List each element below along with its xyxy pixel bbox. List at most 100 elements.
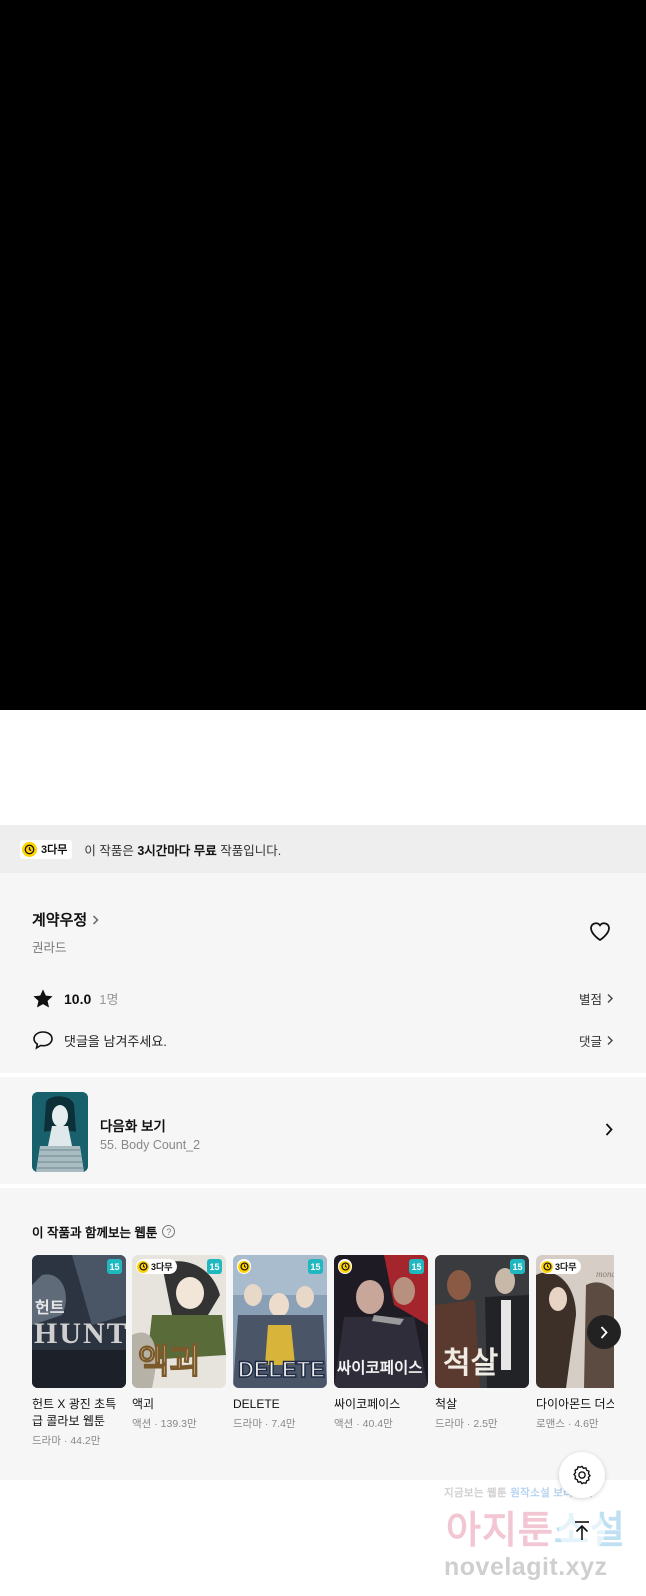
rate-link[interactable]: 별점 (579, 989, 614, 1008)
rec-genre: 액션 (132, 1418, 152, 1430)
svg-text:DELETE: DELETE (238, 1357, 325, 1382)
rating-count: 1명 (99, 992, 119, 1007)
banner-text-bold: 3시간마다 무료 (137, 843, 217, 858)
rec-card[interactable]: 헌트 HUNT 15 헌트 X 광진 초특급 콜라보 웹툰 드라마 · 44.2… (32, 1255, 126, 1448)
scroll-top-button[interactable] (559, 1508, 605, 1554)
rec-views: 4.6만 (574, 1418, 599, 1430)
episode-info-panel: 계약우정 권라드 10.0 1명 별점 댓글을 남겨주세요. 댓글 (0, 873, 646, 1073)
clock-icon (541, 1260, 553, 1273)
watermark-tagline-a: 지금보는 웹툰 (444, 1487, 511, 1499)
rec-genre: 드라마 (435, 1418, 464, 1430)
comment-row[interactable]: 댓글을 남겨주세요. 댓글 (32, 1030, 614, 1050)
chevron-right-icon (600, 1325, 608, 1339)
rec-title: 다이아몬드 더스트 (536, 1397, 614, 1411)
rec-card[interactable]: 액괴 3다무 15 액괴 액션 · 139.3만 (132, 1255, 226, 1431)
rec-cover: 헌트 HUNT 15 (32, 1255, 126, 1388)
wait-free-badge: 3다무 (540, 1259, 581, 1274)
carousel-next-button[interactable] (587, 1315, 621, 1349)
rec-views: 2.5만 (473, 1418, 498, 1430)
rec-cover: DELETE 15 (233, 1255, 327, 1388)
next-episode-label: 다음화 보기 (100, 1119, 166, 1134)
gear-icon (573, 1465, 591, 1485)
arrow-up-icon (575, 1521, 589, 1540)
rating-row: 10.0 1명 별점 (32, 988, 614, 1009)
rec-genre: 로맨스 (536, 1418, 565, 1430)
svg-text:액괴: 액괴 (138, 1343, 201, 1381)
rec-title: 척살 (435, 1397, 458, 1411)
rec-cover: 싸이코페이스 15 (334, 1255, 428, 1388)
age-rating-badge: 15 (409, 1259, 424, 1274)
rec-cover: 액괴 3다무 15 (132, 1255, 226, 1388)
recommendations-section: 이 작품과 함께보는 웹툰 ? 헌트 HUNT 15 헌트 X 광진 초특급 콜… (0, 1188, 646, 1480)
next-episode-title: 55. Body Count_2 (100, 1138, 201, 1152)
next-episode-thumbnail (32, 1092, 88, 1172)
site-watermark: 지금보는 웹툰 원작소설 보러가기 아지툰소설 novelagit.xyz (440, 1483, 640, 1593)
series-title-link[interactable]: 계약우정 (32, 909, 100, 930)
free-every-3h-banner: 3다무 이 작품은 3시간마다 무료 작품입니다. (0, 825, 646, 873)
speech-bubble-icon (33, 1031, 53, 1050)
wait-free-badge-label: 3다무 (555, 1262, 577, 1272)
rec-title: 싸이코페이스 (334, 1397, 401, 1411)
age-rating-badge: 15 (510, 1259, 525, 1274)
svg-text:헌트: 헌트 (35, 1298, 65, 1317)
clock-icon (238, 1260, 250, 1273)
help-icon[interactable]: ? (162, 1225, 176, 1238)
next-episode-card[interactable]: 다음화 보기 55. Body Count_2 (0, 1077, 646, 1184)
author-name: 권라드 (32, 941, 67, 955)
svg-text:HUNT: HUNT (34, 1317, 126, 1350)
rec-views: 7.4만 (271, 1418, 296, 1430)
wait-free-badge: 3다무 (20, 839, 73, 859)
rec-genre: 드라마 (32, 1435, 61, 1447)
rec-card[interactable]: 싸이코페이스 15 싸이코페이스 액션 · 40.4만 (334, 1255, 428, 1431)
watermark-url: novelagit.xyz (444, 1553, 608, 1581)
rec-cover: 척살 15 (435, 1255, 529, 1388)
banner-text-suffix: 작품입니다. (216, 843, 282, 858)
rating-value: 10.0 (64, 990, 92, 1007)
settings-button[interactable] (559, 1452, 605, 1498)
rec-meta: 드라마 · 2.5만 (435, 1418, 498, 1430)
rec-card[interactable]: 척살 15 척살 드라마 · 2.5만 (435, 1255, 529, 1431)
comic-viewer-area[interactable] (0, 0, 646, 710)
chevron-right-icon (607, 1035, 613, 1045)
rec-title: 헌트 X 광진 초특급 콜라보 웹툰 (32, 1397, 117, 1428)
wait-free-badge (338, 1259, 352, 1274)
wait-free-badge (237, 1259, 251, 1274)
comment-link-label: 댓글 (578, 1034, 602, 1049)
age-rating-badge: 15 (207, 1259, 222, 1274)
rec-meta: 드라마 · 44.2만 (32, 1435, 101, 1447)
star-icon (33, 989, 53, 1008)
wait-free-badge-label: 3다무 (151, 1262, 173, 1272)
rec-card[interactable]: DELETE 15 DELETE 드라마 · 7.4만 (233, 1255, 327, 1431)
series-title: 계약우정 (32, 912, 88, 929)
chevron-right-icon (93, 914, 99, 925)
recommendations-heading-text: 이 작품과 함께보는 웹툰 (32, 1226, 158, 1240)
rec-genre: 드라마 (233, 1418, 262, 1430)
wait-free-badge: 3다무 (136, 1259, 177, 1274)
chevron-right-icon (607, 994, 613, 1003)
rec-views: 44.2만 (70, 1435, 101, 1447)
svg-text:싸이코페이스: 싸이코페이스 (337, 1358, 423, 1377)
rec-meta: 드라마 · 7.4만 (233, 1418, 296, 1430)
rate-link-label: 별점 (578, 993, 602, 1007)
recommendations-carousel: 헌트 HUNT 15 헌트 X 광진 초특급 콜라보 웹툰 드라마 · 44.2… (32, 1255, 614, 1475)
recommendations-heading: 이 작품과 함께보는 웹툰 ? (32, 1222, 176, 1241)
rec-views: 139.3만 (160, 1418, 197, 1430)
svg-text:mond: mond (596, 1269, 614, 1279)
chevron-right-icon (605, 1123, 613, 1136)
rec-meta: 액션 · 139.3만 (132, 1418, 197, 1430)
clock-icon (22, 841, 37, 857)
svg-text:척살: 척살 (443, 1347, 499, 1380)
comment-link[interactable]: 댓글 (579, 1031, 614, 1050)
rec-views: 40.4만 (362, 1418, 393, 1430)
heart-icon[interactable] (588, 920, 612, 942)
age-rating-badge: 15 (107, 1259, 122, 1274)
viewer-end-spacer (0, 710, 646, 825)
rec-meta: 액션 · 40.4만 (334, 1418, 393, 1430)
rec-title: DELETE (233, 1397, 280, 1411)
watermark-logo-a: 아지툰 (446, 1510, 554, 1552)
rec-genre: 액션 (334, 1418, 354, 1430)
rec-title: 액괴 (132, 1397, 155, 1411)
age-rating-badge: 15 (308, 1259, 323, 1274)
rec-meta: 로맨스 · 4.6만 (536, 1418, 599, 1430)
banner-text-prefix: 이 작품은 (84, 843, 138, 858)
